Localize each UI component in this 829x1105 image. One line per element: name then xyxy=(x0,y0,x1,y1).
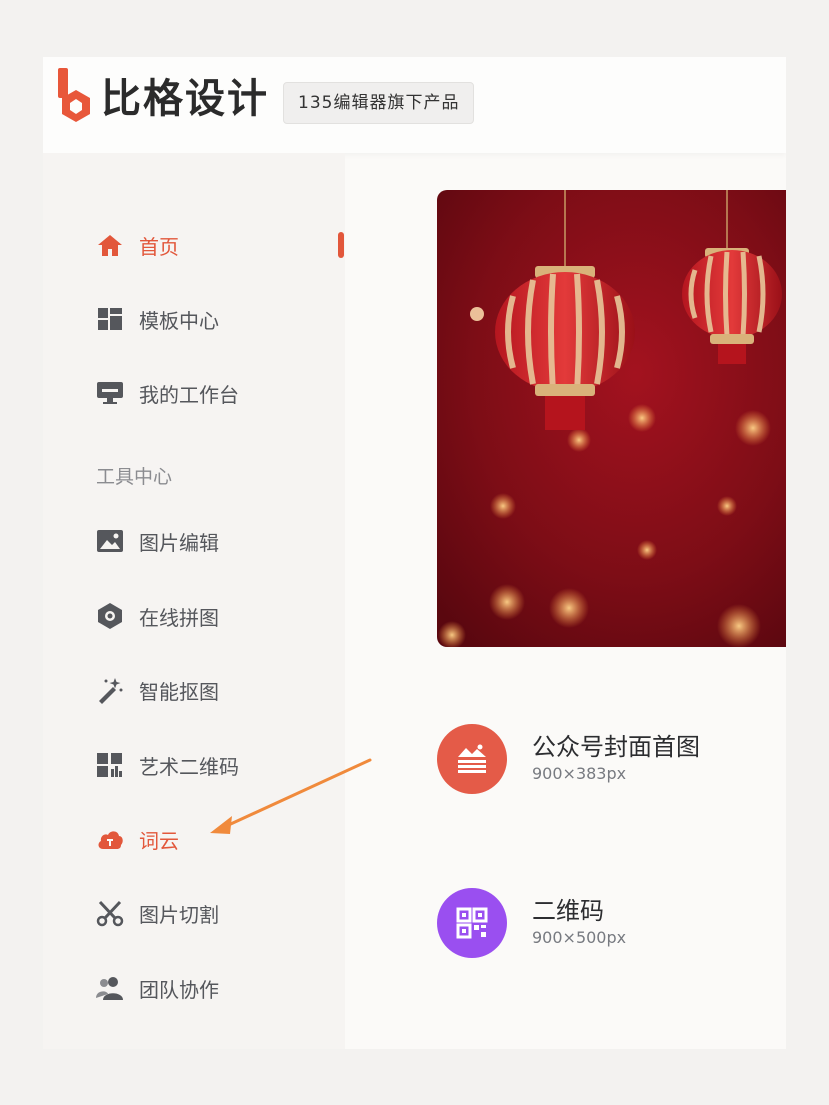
card-official-cover[interactable]: 公众号封面首图 900×383px xyxy=(437,724,700,794)
sidebar: 首页 模板中心 我的工作台 工具中心 图片编辑 在线拼图 智能抠图 艺术二维码 … xyxy=(43,153,345,1049)
sidebar-item-label: 团队协作 xyxy=(139,977,219,1002)
sidebar-item-collage[interactable]: 在线拼图 xyxy=(95,596,219,636)
sidebar-item-image-edit[interactable]: 图片编辑 xyxy=(95,521,219,561)
sidebar-item-home[interactable]: 首页 xyxy=(95,225,179,265)
sidebar-item-label: 我的工作台 xyxy=(139,382,239,407)
card-size: 900×500px xyxy=(532,928,627,947)
monitor-icon xyxy=(95,378,125,408)
card-title: 二维码 xyxy=(532,897,604,925)
sidebar-item-label: 艺术二维码 xyxy=(139,754,239,779)
collage-icon xyxy=(95,601,125,631)
sidebar-item-label: 图片切割 xyxy=(139,902,219,927)
sidebar-item-label: 词云 xyxy=(139,828,179,853)
sidebar-item-label: 在线拼图 xyxy=(139,605,219,630)
brand-name[interactable]: 比格设计 xyxy=(101,74,269,124)
card-title: 公众号封面首图 xyxy=(532,733,700,761)
sidebar-item-image-split[interactable]: 图片切割 xyxy=(95,893,219,933)
card-size: 900×383px xyxy=(532,764,627,783)
template-grid-icon xyxy=(95,304,125,334)
team-icon xyxy=(95,973,125,1003)
brand-logo-icon[interactable] xyxy=(56,68,96,126)
sidebar-item-label: 智能抠图 xyxy=(139,679,219,704)
sidebar-item-workspace[interactable]: 我的工作台 xyxy=(95,373,239,413)
sidebar-item-label: 图片编辑 xyxy=(139,530,219,555)
header: 比格设计 135编辑器旗下产品 xyxy=(43,57,786,153)
card-qr-code[interactable]: 二维码 900×500px xyxy=(437,888,626,958)
section-title-tools: 工具中心 xyxy=(96,466,173,488)
product-badge: 135编辑器旗下产品 xyxy=(283,82,475,124)
sidebar-item-art-qr[interactable]: 艺术二维码 xyxy=(95,745,239,785)
lantern-banner-image[interactable] xyxy=(437,190,786,647)
qr-art-icon xyxy=(95,750,125,780)
active-indicator xyxy=(338,232,344,258)
sidebar-item-cutout[interactable]: 智能抠图 xyxy=(95,670,219,710)
sidebar-item-label: 模板中心 xyxy=(139,308,219,333)
home-icon xyxy=(95,230,125,260)
sidebar-item-team[interactable]: 团队协作 xyxy=(95,968,219,1008)
qr-code-icon xyxy=(437,888,507,958)
scissors-icon xyxy=(95,898,125,928)
sidebar-item-word-cloud[interactable]: 词云 xyxy=(95,819,179,859)
app-frame: 比格设计 135编辑器旗下产品 首页 模板中心 我的工作台 工具中心 图片编辑 … xyxy=(43,57,786,1049)
magic-wand-icon xyxy=(95,675,125,705)
word-cloud-icon xyxy=(95,824,125,854)
sidebar-item-label: 首页 xyxy=(139,234,179,259)
sidebar-item-templates[interactable]: 模板中心 xyxy=(95,299,219,339)
cover-image-icon xyxy=(437,724,507,794)
image-icon xyxy=(95,526,125,556)
